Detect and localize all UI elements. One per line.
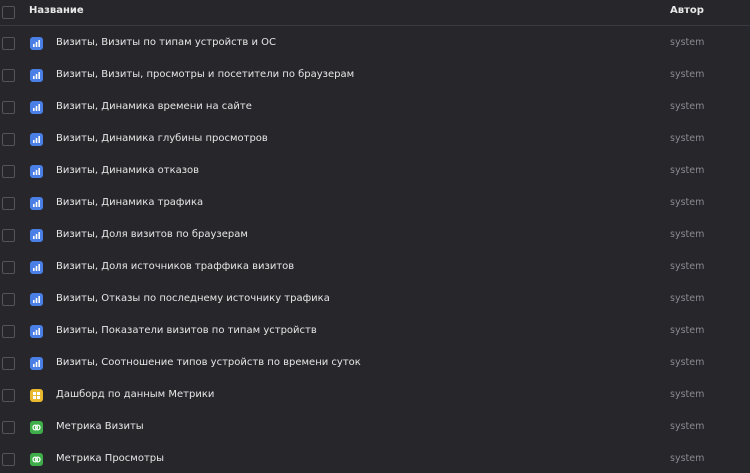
- row-checkbox[interactable]: [2, 389, 15, 402]
- row-title[interactable]: Визиты, Доля визитов по браузерам: [56, 229, 248, 240]
- chart-icon: [30, 69, 43, 82]
- table-header: Название Автор: [0, 0, 750, 26]
- chart-icon: [30, 101, 43, 114]
- chart-icon: [30, 357, 43, 370]
- row-author: system: [670, 357, 705, 368]
- row-checkbox[interactable]: [2, 229, 15, 242]
- table-row[interactable]: Визиты, Динамика глубины просмотров syst…: [0, 124, 750, 156]
- chart-icon: [30, 133, 43, 146]
- column-header-name[interactable]: Название: [29, 5, 84, 16]
- row-checkbox[interactable]: [2, 453, 15, 466]
- row-title[interactable]: Визиты, Показатели визитов по типам устр…: [56, 325, 317, 336]
- row-author: system: [670, 133, 705, 144]
- row-author: system: [670, 325, 705, 336]
- row-title[interactable]: Визиты, Визиты, просмотры и посетители п…: [56, 69, 354, 80]
- row-author: system: [670, 197, 705, 208]
- dashboard-icon: [30, 389, 43, 402]
- row-author: system: [670, 453, 705, 464]
- row-title[interactable]: Визиты, Динамика отказов: [56, 165, 199, 176]
- table-row[interactable]: Метрика Визиты system: [0, 412, 750, 444]
- row-title[interactable]: Метрика Просмотры: [56, 453, 164, 464]
- row-author: system: [670, 421, 705, 432]
- table-row[interactable]: Визиты, Визиты по типам устройств и ОС s…: [0, 28, 750, 60]
- row-checkbox[interactable]: [2, 37, 15, 50]
- chart-icon: [30, 261, 43, 274]
- chart-icon: [30, 197, 43, 210]
- row-title[interactable]: Визиты, Динамика трафика: [56, 197, 203, 208]
- chart-icon: [30, 165, 43, 178]
- select-all-checkbox[interactable]: [2, 6, 15, 19]
- row-checkbox[interactable]: [2, 325, 15, 338]
- table-row[interactable]: Метрика Просмотры system: [0, 444, 750, 473]
- row-author: system: [670, 69, 705, 80]
- row-title[interactable]: Визиты, Динамика времени на сайте: [56, 101, 252, 112]
- row-author: system: [670, 37, 705, 48]
- row-checkbox[interactable]: [2, 133, 15, 146]
- row-title[interactable]: Визиты, Динамика глубины просмотров: [56, 133, 268, 144]
- table-row[interactable]: Визиты, Динамика времени на сайте system: [0, 92, 750, 124]
- row-checkbox[interactable]: [2, 293, 15, 306]
- row-author: system: [670, 389, 705, 400]
- table-row[interactable]: Визиты, Доля источников траффика визитов…: [0, 252, 750, 284]
- row-title[interactable]: Визиты, Визиты по типам устройств и ОС: [56, 37, 276, 48]
- row-title[interactable]: Визиты, Соотношение типов устройств по в…: [56, 357, 361, 368]
- chart-icon: [30, 293, 43, 306]
- row-title[interactable]: Визиты, Доля источников траффика визитов: [56, 261, 294, 272]
- row-checkbox[interactable]: [2, 69, 15, 82]
- entries-table: Название Автор Визиты, Визиты по типам у…: [0, 0, 750, 473]
- table-row[interactable]: Визиты, Динамика трафика system: [0, 188, 750, 220]
- table-row[interactable]: Визиты, Соотношение типов устройств по в…: [0, 348, 750, 380]
- dataset-icon: [30, 453, 43, 466]
- row-title[interactable]: Визиты, Отказы по последнему источнику т…: [56, 293, 330, 304]
- row-checkbox[interactable]: [2, 101, 15, 114]
- chart-icon: [30, 325, 43, 338]
- chart-icon: [30, 229, 43, 242]
- table-row[interactable]: Визиты, Динамика отказов system: [0, 156, 750, 188]
- table-row[interactable]: Визиты, Доля визитов по браузерам system: [0, 220, 750, 252]
- row-checkbox[interactable]: [2, 261, 15, 274]
- row-author: system: [670, 165, 705, 176]
- row-author: system: [670, 293, 705, 304]
- table-row[interactable]: Дашборд по данным Метрики system: [0, 380, 750, 412]
- row-checkbox[interactable]: [2, 357, 15, 370]
- row-title[interactable]: Дашборд по данным Метрики: [56, 389, 214, 400]
- row-author: system: [670, 261, 705, 272]
- row-title[interactable]: Метрика Визиты: [56, 421, 144, 432]
- table-row[interactable]: Визиты, Отказы по последнему источнику т…: [0, 284, 750, 316]
- row-checkbox[interactable]: [2, 421, 15, 434]
- row-author: system: [670, 229, 705, 240]
- row-checkbox[interactable]: [2, 165, 15, 178]
- table-row[interactable]: Визиты, Показатели визитов по типам устр…: [0, 316, 750, 348]
- table-row[interactable]: Визиты, Визиты, просмотры и посетители п…: [0, 60, 750, 92]
- row-author: system: [670, 101, 705, 112]
- dataset-icon: [30, 421, 43, 434]
- row-checkbox[interactable]: [2, 197, 15, 210]
- column-header-author[interactable]: Автор: [670, 5, 704, 16]
- chart-icon: [30, 37, 43, 50]
